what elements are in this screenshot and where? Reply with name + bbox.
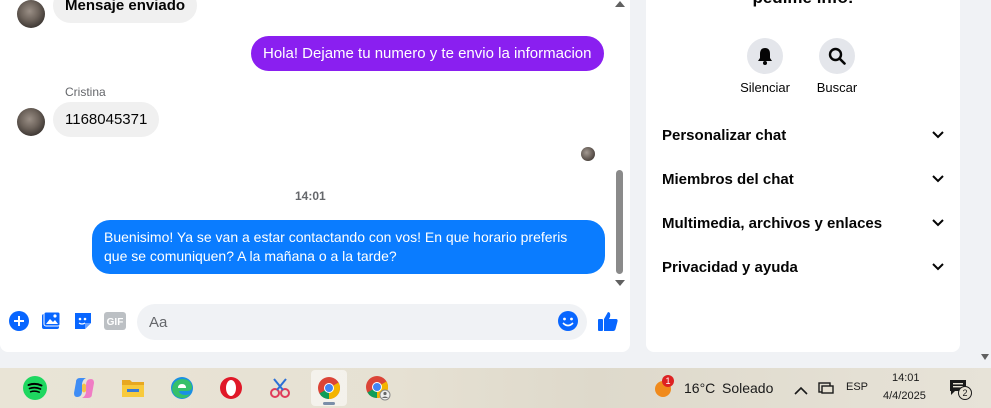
snipping-tool-icon[interactable]: [262, 370, 298, 406]
chat-scrollbar[interactable]: [612, 0, 628, 290]
notification-count: 2: [958, 386, 972, 400]
scroll-down-arrow[interactable]: [615, 280, 625, 286]
message-bubble-incoming[interactable]: 1168045371: [53, 102, 160, 137]
chevron-down-icon: [932, 175, 944, 183]
message-line: Buenisimo! Ya se van a estar contactando…: [104, 229, 568, 245]
plus-circle-icon[interactable]: [8, 310, 30, 332]
search-button[interactable]: Buscar: [801, 38, 873, 95]
chevron-down-icon: [932, 263, 944, 271]
message-bubble-outgoing[interactable]: Hola! Dejame tu numero y te envio la inf…: [251, 36, 604, 71]
message-timestamp: 14:01: [295, 189, 326, 203]
notifications-icon[interactable]: 2: [949, 379, 975, 401]
section-chat-members[interactable]: Miembros del chat: [654, 161, 952, 197]
chat-info-panel: pedime info! Silenciar Buscar Personaliz…: [646, 0, 960, 352]
section-label: Miembros del chat: [662, 170, 794, 188]
weather-icon[interactable]: 1: [653, 375, 674, 398]
svg-text:GIF: GIF: [107, 317, 124, 328]
weather-badge: 1: [662, 375, 674, 387]
scroll-thumb[interactable]: [616, 170, 623, 274]
active-app-indicator: [323, 402, 335, 405]
weather-temperature[interactable]: 16°C: [684, 380, 715, 396]
action-label: Silenciar: [740, 80, 790, 95]
section-media-files-links[interactable]: Multimedia, archivos y enlaces: [654, 205, 952, 241]
contact-avatar[interactable]: [17, 108, 45, 136]
taskbar: 1 16°C Soleado ESP 14:01 4/4/2025 2: [0, 368, 991, 408]
message-input[interactable]: [137, 304, 587, 340]
section-label: Personalizar chat: [662, 126, 787, 144]
bell-icon: [758, 48, 772, 65]
network-icon[interactable]: [818, 381, 834, 399]
chevron-down-icon: [932, 131, 944, 139]
clock-time[interactable]: 14:01: [892, 372, 920, 384]
gif-icon[interactable]: GIF: [104, 310, 126, 332]
mute-button[interactable]: Silenciar: [729, 38, 801, 95]
weather-condition[interactable]: Soleado: [722, 380, 773, 396]
chrome-icon[interactable]: [311, 370, 347, 406]
file-explorer-icon[interactable]: [115, 370, 151, 406]
clock-date[interactable]: 4/4/2025: [883, 390, 926, 402]
action-circle[interactable]: [819, 38, 855, 74]
chevron-down-icon: [932, 219, 944, 227]
message-line: que se comuniquen? A la mañana o a la ta…: [104, 248, 397, 264]
chrome-profile-icon[interactable]: [360, 370, 396, 406]
edge-icon[interactable]: [164, 370, 200, 406]
message-bubble-incoming[interactable]: Mensaje enviado: [53, 0, 198, 23]
message-composer: GIF: [0, 300, 630, 344]
action-circle[interactable]: [747, 38, 783, 74]
spotify-icon[interactable]: [17, 370, 53, 406]
section-label: Multimedia, archivos y enlaces: [662, 214, 883, 232]
action-label: Buscar: [816, 80, 858, 95]
page-scroll-down-arrow[interactable]: [981, 354, 989, 360]
contact-avatar[interactable]: [17, 0, 45, 28]
chevron-up-icon[interactable]: [794, 382, 808, 400]
section-privacy-help[interactable]: Privacidad y ayuda: [654, 249, 952, 285]
chat-panel: Mensaje enviado Hola! Dejame tu numero y…: [0, 0, 630, 352]
search-icon: [828, 47, 846, 65]
copilot-icon[interactable]: [66, 370, 102, 406]
chat-title: pedime info!: [646, 0, 960, 8]
sender-name: Cristina: [65, 85, 106, 99]
opera-icon[interactable]: [213, 370, 249, 406]
scroll-up-arrow[interactable]: [615, 1, 625, 7]
language-indicator[interactable]: ESP: [846, 381, 868, 393]
message-bubble-outgoing[interactable]: Buenisimo! Ya se van a estar contactando…: [92, 220, 605, 274]
image-icon[interactable]: [40, 310, 62, 332]
emoji-icon[interactable]: [557, 310, 579, 332]
section-customize-chat[interactable]: Personalizar chat: [654, 117, 952, 153]
sticker-icon[interactable]: [72, 310, 94, 332]
section-label: Privacidad y ayuda: [662, 258, 798, 276]
thumbs-up-icon[interactable]: [596, 309, 620, 333]
read-receipt-avatar: [581, 147, 595, 161]
